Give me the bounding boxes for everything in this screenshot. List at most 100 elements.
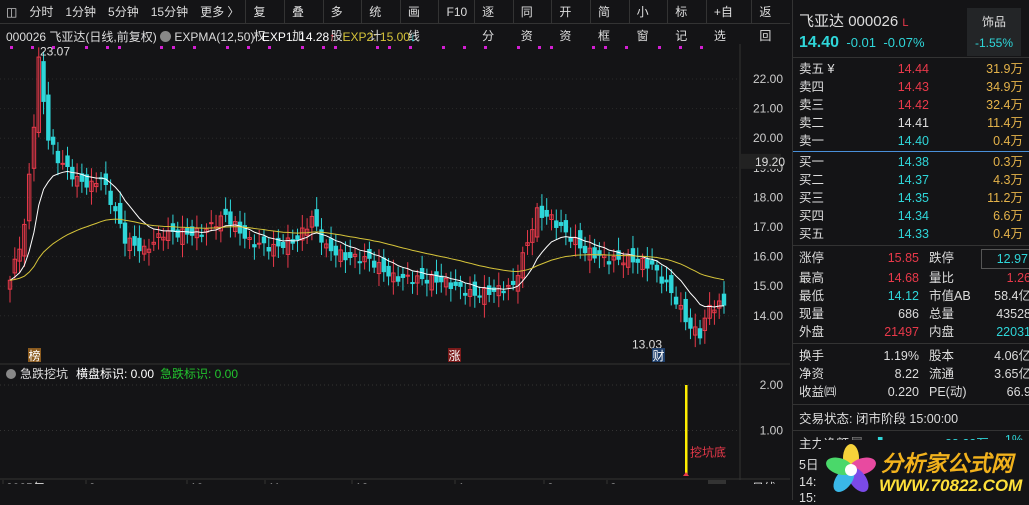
stat-label: PE(动) xyxy=(929,385,967,399)
candle-body xyxy=(367,248,372,259)
toolbar-button[interactable]: 开资 xyxy=(551,0,590,43)
stat-label: 总量 xyxy=(929,307,955,321)
stat-label: 流通 xyxy=(929,367,955,381)
stat-label: 股本 xyxy=(929,349,955,363)
price-tick: 14.00 xyxy=(753,309,783,323)
current-price-label: 19.20 xyxy=(755,155,785,169)
orderbook-row[interactable]: 卖二 14.41 11.4万 xyxy=(793,114,1029,132)
signal-dot xyxy=(118,46,121,49)
candle-body xyxy=(118,202,123,224)
signal-dot xyxy=(484,46,487,49)
candle-body xyxy=(55,150,61,164)
candle-body xyxy=(477,295,482,298)
candle-body xyxy=(41,61,46,102)
level-price: 14.34 xyxy=(897,209,929,223)
price-tick: 17.00 xyxy=(753,220,783,234)
toolbar-button[interactable]: 逐分 xyxy=(474,0,513,43)
signal-dot xyxy=(193,46,196,49)
orderbook-row[interactable]: 买一 14.38 0.3万 xyxy=(793,153,1029,171)
candle-body xyxy=(132,236,137,246)
stat-value: 3.65亿 xyxy=(994,367,1029,381)
kline-chart[interactable]: 22.0021.0020.0019.0018.0017.0016.0015.00… xyxy=(0,44,790,484)
toolbar-button[interactable]: F10 xyxy=(438,0,474,24)
toolbar-button[interactable]: 画线 xyxy=(399,0,439,43)
month-label: 3 xyxy=(610,481,617,484)
quote-name: 飞亚达 xyxy=(799,13,845,30)
indicator-name[interactable]: EXPMA(12,50) xyxy=(174,30,254,44)
orderbook-row[interactable]: 买四 14.34 6.6万 xyxy=(793,207,1029,225)
level-label: 卖五 ¥ xyxy=(799,62,835,76)
orderbook-row[interactable]: 卖一 14.40 0.4万 xyxy=(793,132,1029,150)
signal-dot xyxy=(538,46,541,49)
toolbar-button[interactable]: 叠加 xyxy=(284,0,323,43)
candle-body xyxy=(448,282,454,289)
toolbar-button[interactable]: +自选 xyxy=(705,0,752,43)
level-volume: 34.9万 xyxy=(986,80,1023,94)
stat-value: 21497 xyxy=(884,325,919,339)
stat-row: 净资 8.22 流通 3.65亿 xyxy=(793,365,1029,383)
signal-dot xyxy=(85,46,88,49)
level-price: 14.38 xyxy=(897,155,929,169)
signal-dot xyxy=(160,46,163,49)
toolbar-button[interactable]: 多股 xyxy=(322,0,362,43)
candle-body xyxy=(544,209,549,217)
toolbar-button[interactable]: 同资 xyxy=(512,0,552,43)
event-marker-label: 榜 xyxy=(28,348,40,363)
orderbook-row[interactable]: 买三 14.35 11.2万 xyxy=(793,189,1029,207)
candle-body xyxy=(256,242,262,245)
candle-body xyxy=(328,238,334,252)
sector-badge[interactable]: 饰品 -1.55% xyxy=(967,8,1021,56)
signal-bar xyxy=(685,385,688,476)
candle-body xyxy=(491,287,497,292)
event-marker-label: 财 xyxy=(652,349,664,363)
period-tab[interactable]: 5分钟 xyxy=(102,3,145,20)
candle-body xyxy=(688,317,693,329)
toolbar-button[interactable]: 统计 xyxy=(361,0,400,43)
period-tab[interactable]: 1分钟 xyxy=(59,3,102,20)
stat-label: 现量 xyxy=(799,307,825,321)
candle-body xyxy=(645,258,650,269)
signal-dot xyxy=(301,46,304,49)
stat-value: 1.19% xyxy=(883,349,919,363)
candle-body xyxy=(669,275,674,294)
candle-body xyxy=(261,236,267,244)
toolbar: ◫ 分时 1分钟 5分钟 15分钟 更多 〉 复权 叠加 多股 统计 画线 F10 逐分 同资… xyxy=(0,0,790,43)
candle-body xyxy=(343,252,348,261)
candle-body xyxy=(592,247,597,259)
more-periods-button[interactable]: 更多 〉 xyxy=(194,3,245,20)
candle-body xyxy=(558,222,564,226)
candle-body xyxy=(649,260,655,265)
orderbook-row[interactable]: 买二 14.37 4.3万 xyxy=(793,171,1029,189)
orderbook-row[interactable]: 卖三 14.42 32.4万 xyxy=(793,96,1029,114)
orderbook-row[interactable]: 卖五 ¥ 14.44 31.9万 xyxy=(793,60,1029,78)
stat-row: 涨停 15.85 跌停 12.97 xyxy=(793,249,1029,269)
toolbar-button[interactable]: 复权 xyxy=(245,0,284,43)
candle-body xyxy=(664,279,669,283)
period-tab[interactable]: 分时 xyxy=(23,3,59,20)
signal-dot xyxy=(679,46,682,49)
stat-label: 收益㈣ xyxy=(799,385,837,399)
indicator-dropdown-icon[interactable] xyxy=(160,31,172,42)
stat-label: 外盘 xyxy=(799,325,825,339)
stat-value: 58.4亿 xyxy=(994,289,1029,303)
candle-body xyxy=(228,211,233,225)
period-tab[interactable]: 15分钟 xyxy=(145,3,194,20)
toolbar-button[interactable]: 返回 xyxy=(751,0,790,43)
signal-triangle-icon xyxy=(683,472,689,476)
orderbook-row[interactable]: 买五 14.33 0.4万 xyxy=(793,225,1029,243)
month-label: 1 xyxy=(458,481,465,484)
toolbar-button[interactable]: 简框 xyxy=(590,0,629,43)
signal-dot xyxy=(388,46,391,49)
month-label: 11 xyxy=(268,481,281,484)
candle-body xyxy=(501,290,506,294)
stat-row: 最低 14.12 市值AB 58.4亿 xyxy=(793,287,1029,305)
stat-label: 市值AB xyxy=(929,289,971,303)
stat-value: 43528 xyxy=(996,307,1029,321)
toolbar-button[interactable]: 小窗 xyxy=(628,0,668,43)
level-label: 卖二 xyxy=(799,116,825,130)
orderbook-row[interactable]: 卖四 14.43 34.9万 xyxy=(793,78,1029,96)
stat-label: 最低 xyxy=(799,289,825,303)
panel-toggle-icon[interactable]: ◫ xyxy=(0,5,23,19)
toolbar-button[interactable]: 标记 xyxy=(667,0,706,43)
candle-body xyxy=(252,244,257,248)
